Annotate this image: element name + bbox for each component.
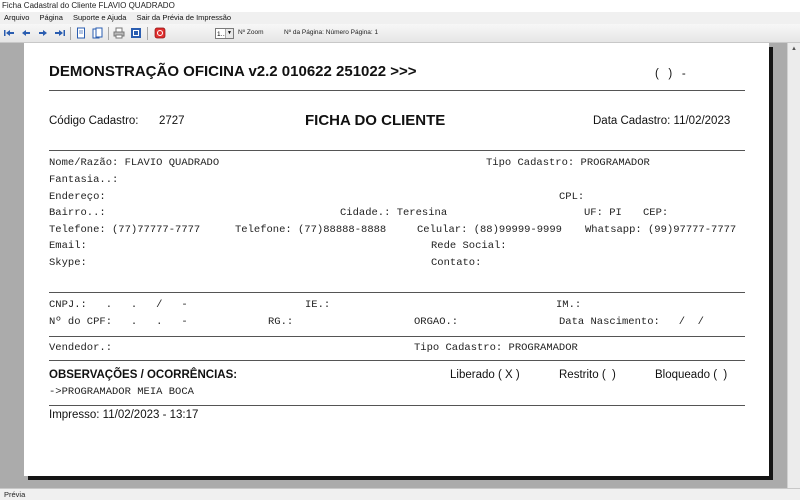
previous-page-icon[interactable] — [20, 27, 32, 39]
ie: IE.: — [305, 299, 331, 311]
cep: CEP: — [643, 207, 669, 219]
last-page-icon[interactable] — [54, 27, 66, 39]
vendedor: Vendedor.: — [49, 342, 113, 354]
scroll-up-icon[interactable]: ▲ — [788, 43, 800, 55]
vertical-scrollbar[interactable]: ▲ — [787, 43, 800, 488]
email: Email: — [49, 240, 87, 252]
report-page: DEMONSTRAÇÃO OFICINA v2.2 010622 251022 … — [24, 43, 769, 476]
close-preview-icon[interactable] — [154, 27, 166, 39]
codigo-value: 2727 — [159, 115, 185, 127]
next-page-icon[interactable] — [37, 27, 49, 39]
codigo-label: Código Cadastro: — [49, 115, 139, 127]
menu-pagina[interactable]: Página — [40, 12, 63, 24]
zoom-label: Nº Zoom — [238, 29, 264, 36]
menu-suporte-ajuda[interactable]: Suporte e Ajuda — [73, 12, 126, 24]
first-page-icon[interactable] — [3, 27, 15, 39]
report-heading: FICHA DO CLIENTE — [305, 112, 446, 129]
divider — [49, 336, 745, 337]
page-setup-icon[interactable] — [130, 27, 142, 39]
celular: Celular: (88)99999-9999 — [417, 224, 562, 236]
menu-bar: Arquivo Página Suporte e Ajuda Sair da P… — [0, 12, 800, 24]
divider — [49, 90, 745, 91]
impresso: Impresso: 11/02/2023 - 13:17 — [49, 409, 199, 421]
telefone-1: Telefone: (77)77777-7777 — [49, 224, 201, 236]
divider — [49, 360, 745, 361]
divider — [49, 405, 745, 406]
observacoes-label: OBSERVAÇÕES / OCORRÊNCIAS: — [49, 369, 238, 381]
data-nascimento: Data Nascimento: / / — [559, 316, 704, 328]
bairro: Bairro..: — [49, 207, 106, 219]
print-icon[interactable] — [113, 27, 125, 39]
orgao: ORGAO.: — [414, 316, 459, 328]
menu-arquivo[interactable]: Arquivo — [4, 12, 29, 24]
window-title: Ficha Cadastral do Cliente FLAVIO QUADRA… — [0, 0, 800, 12]
report-title: DEMONSTRAÇÃO OFICINA v2.2 010622 251022 … — [49, 63, 417, 80]
menu-sair-previa[interactable]: Sair da Prévia de Impressão — [136, 12, 231, 24]
preview-viewport[interactable]: DEMONSTRAÇÃO OFICINA v2.2 010622 251022 … — [0, 43, 787, 488]
cidade: Cidade.: Teresina — [340, 207, 448, 219]
endereco: Endereço: — [49, 191, 106, 203]
telefone-2: Telefone: (77)88888-8888 — [235, 224, 387, 236]
phone-mask: ( ) - — [655, 68, 686, 80]
fantasia: Fantasia..: — [49, 174, 119, 186]
im: IM.: — [556, 299, 582, 311]
observacao-text: ->PROGRAMADOR MEIA BOCA — [49, 386, 194, 398]
divider — [49, 292, 745, 293]
divider — [49, 150, 745, 151]
contato: Contato: — [431, 257, 482, 269]
tipo-cadastro-vendedor: Tipo Cadastro: PROGRAMADOR — [414, 342, 578, 354]
rg: RG.: — [268, 316, 294, 328]
whatsapp: Whatsapp: (99)97777-7777 — [585, 224, 737, 236]
skype: Skype: — [49, 257, 87, 269]
uf: UF: PI — [584, 207, 622, 219]
nome-razao: Nome/Razão: FLAVIO QUADRADO — [49, 157, 220, 169]
toolbar: 1... ▼ Nº Zoom Nº da Página: Número Pági… — [0, 24, 800, 43]
page-select[interactable]: 1... ▼ — [215, 28, 234, 39]
page-number-info: Nº da Página: Número Página: 1 — [284, 29, 379, 36]
multi-page-icon[interactable] — [92, 27, 104, 39]
liberado: Liberado ( X ) — [450, 369, 520, 381]
bloqueado: Bloqueado ( ) — [655, 369, 728, 381]
single-page-icon[interactable] — [75, 27, 87, 39]
cpl: CPL: — [559, 191, 585, 203]
cpf: Nº do CPF: . . - — [49, 316, 188, 328]
chevron-down-icon: ▼ — [225, 29, 233, 38]
rede-social: Rede Social: — [431, 240, 507, 252]
restrito: Restrito ( ) — [559, 369, 616, 381]
status-bar: Prévia — [0, 488, 800, 500]
tipo-cadastro: Tipo Cadastro: PROGRAMADOR — [486, 157, 650, 169]
data-cadastro: Data Cadastro: 11/02/2023 — [593, 115, 731, 127]
cnpj: CNPJ.: . . / - — [49, 299, 188, 311]
